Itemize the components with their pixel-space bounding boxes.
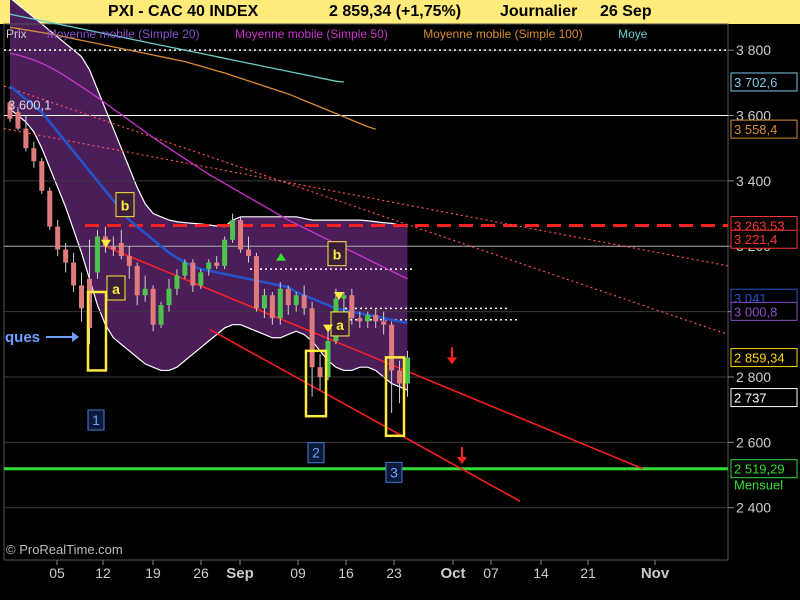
candle-body	[94, 236, 100, 273]
x-tick-label: Sep	[226, 565, 254, 582]
candle-body	[277, 288, 283, 319]
candle-body	[317, 367, 323, 377]
candle-body	[158, 305, 164, 325]
candle-body	[79, 285, 85, 309]
candle-body	[381, 321, 387, 325]
candle-body	[190, 262, 196, 286]
candle-body	[182, 262, 188, 276]
candle-body	[357, 318, 363, 322]
y-tick-label: 2 400	[736, 500, 771, 516]
price-tag: 2 859,34	[734, 351, 785, 366]
candle-body	[71, 262, 77, 286]
candle-body	[293, 295, 299, 306]
level-3600-label: 3 600,1	[8, 98, 51, 113]
candle-body	[142, 288, 148, 296]
candle-body	[253, 256, 259, 309]
price-tag: 3 000,8	[734, 304, 777, 319]
x-tick-label: Oct	[440, 565, 465, 582]
left-arrow-head	[72, 332, 79, 342]
pattern-label: b	[333, 247, 342, 263]
sell-arrow-head	[447, 357, 457, 365]
legend-item: Moye	[618, 27, 648, 41]
candle-body	[110, 246, 116, 250]
x-tick-label: Nov	[641, 565, 670, 582]
candle-body	[166, 288, 172, 306]
highlight-box	[304, 349, 328, 418]
price-tag: 2 737	[734, 391, 767, 406]
candle-body	[134, 265, 140, 296]
candle-body	[238, 220, 244, 250]
count-label: 1	[92, 412, 100, 428]
y-tick-label: 2 800	[736, 369, 771, 385]
pattern-label: a	[336, 317, 344, 333]
candle-body	[174, 275, 180, 289]
candle-body	[214, 262, 220, 266]
candle-body	[269, 295, 275, 319]
count-label: 2	[312, 445, 320, 461]
left-arrow-label: ques	[5, 329, 40, 346]
candle-body	[47, 190, 53, 227]
candle-body	[285, 288, 291, 306]
price-tag: 3 558,4	[734, 122, 777, 137]
pattern-label: b	[121, 198, 130, 214]
candle-body	[341, 295, 347, 299]
watermark: © ProRealTime.com	[6, 542, 123, 557]
candle-body	[261, 295, 267, 309]
candle-body	[365, 314, 371, 322]
x-tick-label: 19	[145, 565, 161, 581]
x-tick-label: 09	[290, 565, 306, 581]
sell-arrow-head	[457, 457, 467, 465]
candle-body	[246, 249, 251, 257]
pattern-label: a	[112, 281, 120, 297]
candle-body	[198, 272, 204, 286]
candle-body	[222, 239, 228, 266]
candle-body	[230, 220, 236, 240]
candle-body	[349, 295, 355, 319]
x-tick-label: 21	[580, 565, 596, 581]
x-tick-label: 14	[533, 565, 549, 581]
legend-item: Moyenne mobile (Simple 100)	[423, 27, 582, 41]
count-label: 3	[390, 464, 398, 480]
x-tick-label: 12	[95, 565, 111, 581]
x-tick-label: 16	[338, 565, 354, 581]
candle-body	[389, 324, 395, 371]
legend-item: Moyenne mobile (Simple 20)	[47, 27, 200, 41]
legend-item: Prix	[6, 27, 27, 41]
candle-body	[405, 357, 410, 384]
x-tick-label: 26	[193, 565, 209, 581]
x-tick-label: 07	[483, 565, 499, 581]
candle-body	[31, 148, 37, 162]
support-tag-note: Mensuel	[734, 478, 783, 493]
candle-body	[373, 314, 379, 322]
candle-body	[150, 288, 156, 325]
candle-body	[55, 226, 61, 250]
y-tick-label: 3 800	[736, 42, 771, 58]
candle-body	[301, 295, 307, 309]
y-tick-label: 2 600	[736, 434, 771, 450]
candle-body	[397, 370, 403, 384]
candle-body	[39, 161, 45, 191]
y-tick-label: 3 400	[736, 173, 771, 189]
price-chart[interactable]: abab123ques3 600,1 3 8003 6003 4003 2003…	[0, 0, 800, 600]
candle-body	[206, 262, 212, 270]
x-tick-label: 05	[49, 565, 65, 581]
candle-body	[309, 308, 315, 368]
candle-body	[126, 256, 132, 266]
candle-body	[15, 112, 21, 129]
price-tag: 3 221,4	[734, 232, 777, 247]
legend-item: Moyenne mobile (Simple 50)	[235, 27, 388, 41]
price-tag: 3 702,6	[734, 75, 777, 90]
legend: Prix Moyenne mobile (Simple 20) Moyenne mo…	[6, 27, 648, 41]
candle-body	[118, 242, 124, 257]
candle-body	[63, 249, 69, 263]
x-tick-label: 23	[386, 565, 402, 581]
price-tag: 2 519,29	[734, 462, 785, 477]
candle-body	[23, 128, 29, 149]
